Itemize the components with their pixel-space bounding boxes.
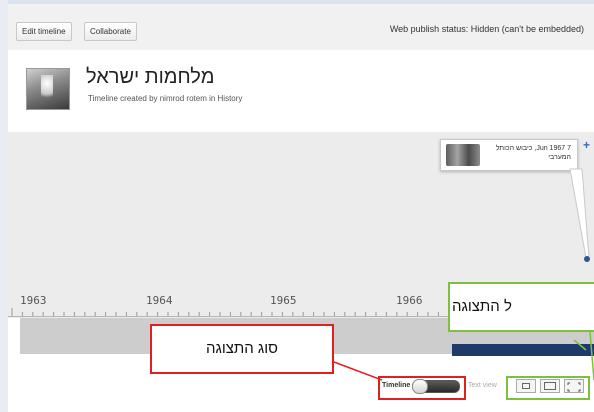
display-type-callout: סוג התצוגה <box>150 324 334 374</box>
edit-timeline-button[interactable]: Edit timeline <box>16 22 72 41</box>
overview-viewport[interactable] <box>452 344 594 356</box>
collaborate-button[interactable]: Collaborate <box>84 22 137 41</box>
publish-status: Web publish status: Hidden (can't be emb… <box>389 24 584 34</box>
event-card[interactable]: 7 Jun 1967, כיבוש הכותל המערבי <box>440 139 578 171</box>
view-size-highlight <box>506 376 590 400</box>
event-description: המערבי <box>548 154 571 161</box>
timeline-subtitle: Timeline created by nimrod rotem in Hist… <box>88 94 243 103</box>
year-label: 1964 <box>146 294 173 307</box>
view-type-highlight <box>378 376 466 400</box>
timeline-title: מלחמות ישראל <box>86 66 215 88</box>
year-label: 1966 <box>396 294 423 307</box>
year-label: 1963 <box>20 294 47 307</box>
event-text: 7 Jun 1967, כיבוש הכותל המערבי <box>485 144 571 162</box>
timeline-header: מלחמות ישראל Timeline created by nimrod … <box>8 50 594 132</box>
event-date: 7 Jun 1967, כיבוש הכותל <box>495 145 571 152</box>
display-size-callout-text: ל התצוגה <box>452 298 512 315</box>
event-image <box>446 144 480 166</box>
year-label: 1965 <box>270 294 297 307</box>
plus-icon[interactable]: + <box>583 138 590 152</box>
event-marker[interactable] <box>584 256 590 262</box>
text-view-label: Text view <box>468 382 497 389</box>
display-size-callout: ל התצוגה <box>448 282 594 332</box>
left-border <box>0 0 8 412</box>
toolbar: Edit timeline Collaborate Web publish st… <box>8 4 594 51</box>
timeline-thumbnail <box>26 68 70 110</box>
